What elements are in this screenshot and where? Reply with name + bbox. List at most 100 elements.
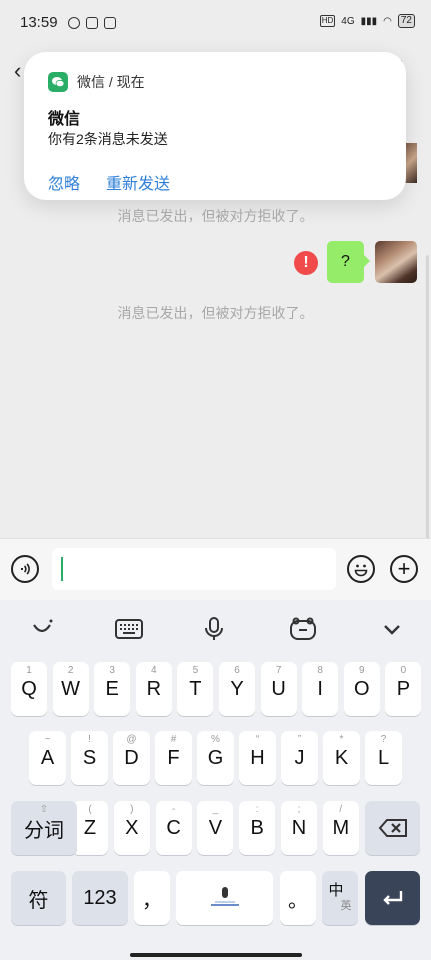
key-label: C	[166, 816, 181, 839]
key-w[interactable]: 2W	[52, 662, 89, 716]
keyboard-layout-icon[interactable]	[114, 617, 144, 641]
key-t[interactable]: 5T	[177, 662, 214, 716]
key-g[interactable]: % G	[197, 731, 234, 785]
lang-main-label: 中	[328, 882, 344, 899]
key-hint: !	[88, 734, 91, 745]
key-s[interactable]: ! S	[71, 731, 108, 785]
key-hint: 1	[26, 665, 32, 676]
period-key[interactable]: 。	[280, 871, 316, 925]
key-hint: ~	[44, 734, 51, 745]
message-input[interactable]	[52, 548, 336, 590]
key-hint: #	[170, 734, 177, 745]
shift-icon: ⇧	[39, 804, 49, 815]
back-icon[interactable]: ‹	[14, 58, 21, 84]
enter-key[interactable]	[365, 871, 420, 925]
key-label: F	[167, 746, 180, 769]
app-notify-icon	[86, 17, 98, 29]
key-f[interactable]: # F	[155, 731, 192, 785]
key-m[interactable]: / M	[322, 801, 359, 855]
key-z[interactable]: (Z	[72, 801, 108, 855]
key-hint: 4	[151, 665, 157, 676]
system-message: 消息已发出，但被对方拒收了。	[117, 208, 314, 224]
key-label: V	[208, 816, 223, 839]
send-failed-icon[interactable]: !	[294, 251, 318, 275]
key-label: X	[125, 816, 139, 839]
wechat-notify-icon	[68, 17, 80, 29]
key-label: U	[271, 677, 286, 700]
key-hint: 2	[67, 665, 74, 676]
segment-key[interactable]: ⇧ 分词	[11, 801, 77, 855]
key-label: Y	[230, 677, 244, 700]
language-switch-key[interactable]: 中 英	[322, 871, 358, 925]
notification-card[interactable]: 微信 / 现在 微信 你有2条消息未发送 忽略 重新发送	[24, 52, 406, 200]
key-label: S	[82, 746, 97, 769]
collapse-keyboard-icon[interactable]	[377, 617, 407, 641]
segment-key-label: 分词	[24, 819, 64, 842]
key-label: H	[250, 746, 265, 769]
comma-key[interactable]: ，	[134, 871, 170, 925]
key-a[interactable]: ~ A	[29, 731, 66, 785]
key-label: G	[207, 746, 224, 769]
signal-icon: ▮▮▮	[360, 15, 378, 27]
key-label: I	[317, 677, 323, 700]
key-hint: %	[211, 734, 220, 745]
symbol-key[interactable]: 符	[11, 871, 66, 925]
key-hint: (	[88, 804, 92, 815]
resend-button[interactable]: 重新发送	[106, 170, 170, 194]
voice-input-button[interactable]	[11, 555, 39, 583]
key-x[interactable]: ) X	[113, 801, 150, 855]
ignore-button[interactable]: 忽略	[48, 170, 80, 194]
baidu-input-icon[interactable]	[288, 617, 318, 641]
key-hint: 5	[192, 665, 199, 676]
status-right: HD 4G ▮▮▮ ◠ 72	[319, 14, 415, 28]
backspace-key[interactable]	[365, 801, 420, 855]
key-e[interactable]: 3E	[94, 662, 131, 716]
notification-title: 微信	[48, 111, 81, 128]
status-bar: 13:59 HD 4G ▮▮▮ ◠ 72	[0, 0, 431, 48]
numeric-key[interactable]: 123	[72, 871, 128, 925]
key-l[interactable]: ? L	[365, 731, 402, 785]
status-time: 13:59	[20, 14, 58, 31]
key-c[interactable]: -C	[155, 801, 192, 855]
home-indicator[interactable]	[130, 953, 302, 957]
message-bubble[interactable]: ?	[327, 241, 370, 283]
key-k[interactable]: * K	[323, 731, 360, 785]
lang-sub-label: 英	[340, 900, 352, 912]
key-y[interactable]: 6Y	[219, 662, 255, 716]
key-hint: 6	[234, 665, 240, 676]
key-b[interactable]: :B	[239, 801, 276, 855]
key-r[interactable]: 4R	[135, 662, 172, 716]
emoji-icon	[354, 564, 368, 577]
key-v[interactable]: _ V	[197, 801, 234, 855]
microphone-icon[interactable]	[199, 617, 229, 641]
key-q[interactable]: 1Q	[11, 662, 47, 716]
key-hint: *	[339, 734, 344, 745]
key-j[interactable]: ” J	[281, 731, 318, 785]
backspace-icon	[378, 819, 407, 837]
key-hint: “	[255, 734, 260, 745]
key-h[interactable]: “H	[239, 731, 276, 785]
key-label: J	[294, 746, 305, 769]
network-label: 4G	[341, 15, 355, 27]
space-key[interactable]	[176, 871, 273, 925]
more-functions-button[interactable]: +	[390, 555, 418, 583]
scrollbar[interactable]	[426, 255, 429, 540]
key-p[interactable]: 0P	[385, 662, 422, 716]
key-hint: ?	[380, 734, 387, 745]
my-avatar[interactable]	[375, 241, 417, 283]
keyboard-emoji-icon[interactable]	[27, 617, 57, 641]
key-o[interactable]: 9O	[343, 662, 380, 716]
key-label: L	[377, 746, 390, 769]
key-hint: ”	[297, 734, 302, 745]
key-d[interactable]: @ D	[113, 731, 150, 785]
hd-icon: HD	[319, 15, 336, 27]
key-label: M	[332, 816, 350, 839]
notification-source: 微信 / 现在	[77, 74, 145, 90]
emoji-button[interactable]	[347, 555, 375, 583]
key-hint: ;	[297, 804, 301, 815]
key-label: D	[124, 746, 139, 769]
key-n[interactable]: ; N	[281, 801, 317, 855]
text-caret	[61, 557, 63, 581]
key-u[interactable]: 7U	[260, 662, 297, 716]
key-i[interactable]: 8I	[302, 662, 339, 716]
